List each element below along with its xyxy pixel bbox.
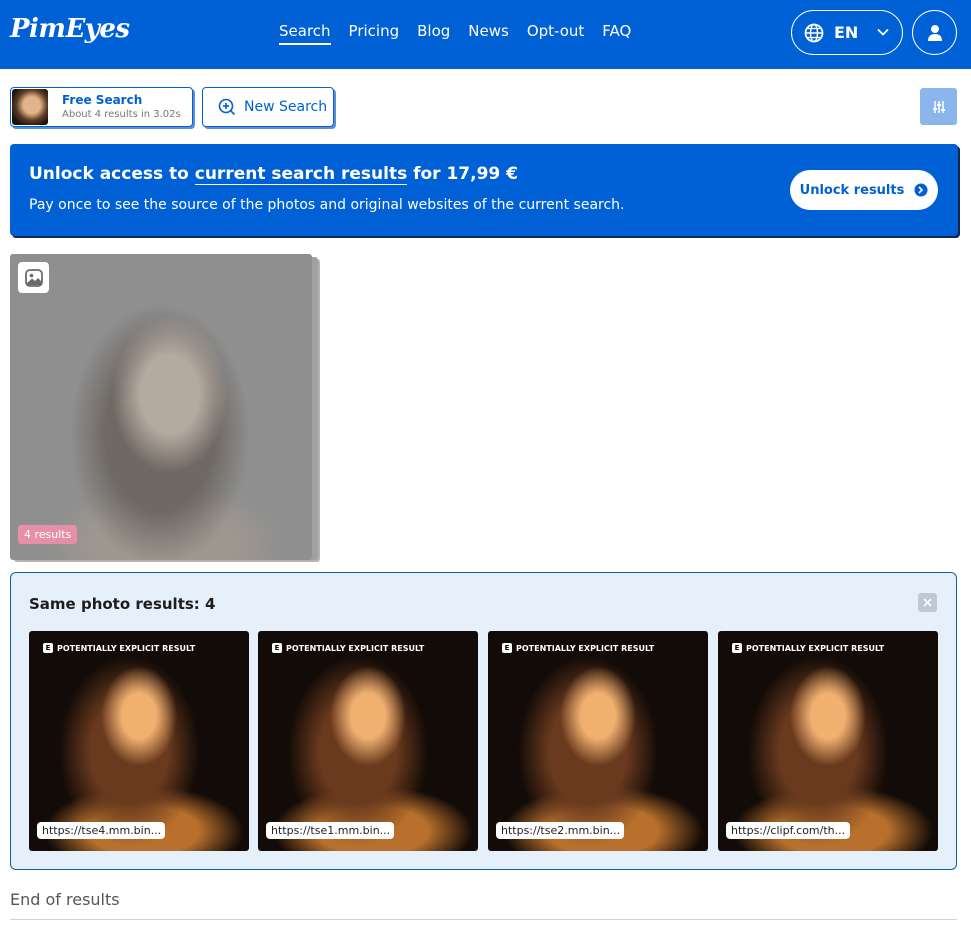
banner-description: Pay once to see the source of the photos… [29,197,625,213]
photo-icon [24,268,43,287]
unlock-banner: Unlock access to current search results … [10,144,958,236]
explicit-badge: E [732,643,742,653]
explicit-label: POTENTIALLY EXPLICIT RESULT [286,643,425,653]
globe-icon [804,23,824,42]
close-icon [923,598,932,607]
unlock-results-button[interactable]: Unlock results [790,170,938,210]
new-search-label: New Search [244,99,328,115]
explicit-result-tag: E POTENTIALLY EXPLICIT RESULT [43,643,195,653]
same-photo-title: Same photo results: 4 [29,595,216,613]
explicit-label: POTENTIALLY EXPLICIT RESULT [516,643,655,653]
same-photo-tile[interactable]: E POTENTIALLY EXPLICIT RESULT https://ts… [29,631,249,851]
source-url[interactable]: https://tse1.mm.bin... [266,822,394,839]
nav-pricing[interactable]: Pricing [349,22,400,45]
divider [10,919,957,920]
source-url[interactable]: https://tse4.mm.bin... [37,822,165,839]
filters-button[interactable] [920,88,957,125]
free-search-chip[interactable]: Free Search About 4 results in 3.02s [10,87,193,127]
language-selector[interactable]: EN [791,10,903,55]
chevron-down-icon [877,28,889,36]
explicit-badge: E [272,643,282,653]
unlock-results-label: Unlock results [799,182,905,198]
top-navigation-bar: PimEyes Search Pricing Blog News Opt-out… [0,0,971,69]
zoom-in-icon [218,98,236,116]
search-meta: About 4 results in 3.02s [62,109,181,120]
explicit-badge: E [43,643,53,653]
nav-blog[interactable]: Blog [417,22,450,45]
nav-faq[interactable]: FAQ [602,22,631,45]
free-search-label: Free Search [62,93,143,107]
explicit-result-tag: E POTENTIALLY EXPLICIT RESULT [502,643,654,653]
explicit-badge: E [502,643,512,653]
banner-heading: Unlock access to current search results … [29,164,519,185]
end-of-results-text: End of results [10,890,120,909]
banner-heading-price: for 17,99 € [407,164,519,184]
sliders-icon [932,100,945,113]
source-url[interactable]: https://tse2.mm.bin... [496,822,624,839]
arrow-right-circle-icon [914,183,928,197]
nav-search[interactable]: Search [279,22,331,45]
banner-heading-prefix: Unlock access to [29,164,195,184]
user-icon [927,24,942,41]
results-count-badge: 4 results [18,525,78,544]
same-photo-tile[interactable]: E POTENTIALLY EXPLICIT RESULT https://ts… [258,631,478,851]
explicit-result-tag: E POTENTIALLY EXPLICIT RESULT [732,643,884,653]
same-photo-tile[interactable]: E POTENTIALLY EXPLICIT RESULT https://cl… [718,631,938,851]
image-icon[interactable] [18,262,49,293]
result-card[interactable]: 4 results [10,254,312,560]
explicit-label: POTENTIALLY EXPLICIT RESULT [746,643,885,653]
current-search-results-link[interactable]: current search results [194,164,408,185]
explicit-result-tag: E POTENTIALLY EXPLICIT RESULT [272,643,424,653]
query-photo-thumbnail [12,89,48,125]
same-photo-results-panel: Same photo results: 4 E POTENTIALLY EXPL… [10,572,957,870]
close-panel-button[interactable] [918,593,937,612]
explicit-label: POTENTIALLY EXPLICIT RESULT [57,643,196,653]
nav-news[interactable]: News [468,22,509,45]
language-label: EN [834,23,859,42]
account-button[interactable] [912,10,957,55]
same-photo-tile[interactable]: E POTENTIALLY EXPLICIT RESULT https://ts… [488,631,708,851]
source-url[interactable]: https://clipf.com/th... [726,822,851,839]
nav-opt-out[interactable]: Opt-out [527,22,584,45]
main-nav: Search Pricing Blog News Opt-out FAQ [279,22,631,45]
pimeyes-logo[interactable]: PimEyes [10,14,130,44]
new-search-button[interactable]: New Search [202,87,334,127]
